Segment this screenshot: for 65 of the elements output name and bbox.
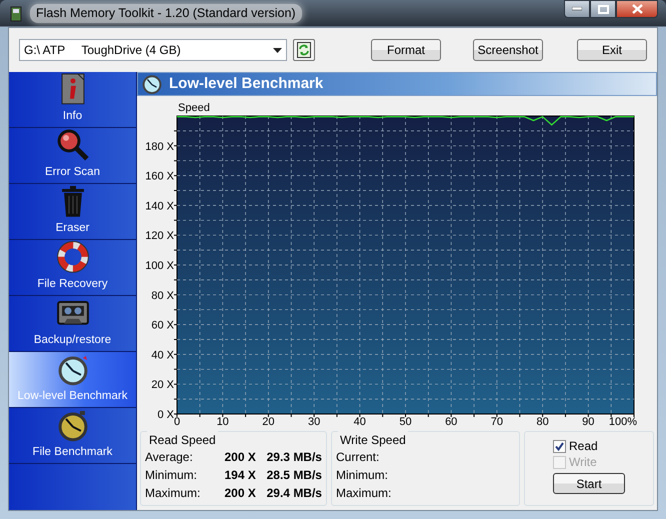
- stat-label: Maximum:: [336, 485, 392, 502]
- exit-button[interactable]: Exit: [577, 39, 647, 61]
- close-button[interactable]: [616, 0, 658, 18]
- checkbox-label: Write: [569, 454, 597, 471]
- stat-value: 28.5 MB/s: [266, 467, 322, 484]
- stat-value: 200 X: [224, 485, 256, 502]
- tick-label: 50: [399, 416, 412, 428]
- tick-label: 0 X: [157, 409, 174, 421]
- tick-label: 30: [308, 416, 320, 428]
- tick-label: 80: [536, 416, 549, 428]
- checkbox-label: Read: [569, 438, 598, 455]
- stat-label: Current:: [336, 449, 380, 466]
- tick-label: 20 X: [151, 379, 174, 392]
- tick-label: 140 X: [145, 200, 174, 212]
- sidebar-item[interactable]: Error Scan: [9, 128, 136, 184]
- stat-label: Average:: [145, 449, 194, 466]
- refresh-button[interactable]: [293, 39, 315, 61]
- axis-title: Speed: [178, 102, 210, 114]
- stat-value: 200 X: [224, 449, 256, 466]
- lifebuoy-icon: [56, 240, 90, 274]
- maximize-icon: [598, 4, 608, 14]
- stopwatch-icon: [141, 73, 163, 95]
- tick-label: 60 X: [151, 320, 174, 332]
- stat-label: Maximum:: [145, 485, 202, 502]
- tick-label: 20: [262, 416, 275, 428]
- tick-label: 100 X: [145, 260, 174, 272]
- magnifier-icon: [56, 128, 90, 162]
- panel-title: Low-level Benchmark: [169, 74, 324, 94]
- stopwatch-icon: [56, 408, 90, 442]
- app-icon: [8, 6, 24, 22]
- tick-label: 40: [354, 416, 366, 428]
- tick-label: 40 X: [151, 349, 174, 362]
- checkbox[interactable]: [553, 440, 566, 452]
- stat-value: 29.4 MB/s: [266, 485, 322, 502]
- maximize-button[interactable]: [590, 0, 616, 18]
- tick-label: 80 X: [151, 290, 174, 302]
- minimize-icon: [572, 7, 582, 11]
- sidebar-item[interactable]: File Recovery: [9, 240, 136, 296]
- format-button[interactable]: Format: [371, 39, 441, 61]
- screenshot-button[interactable]: Screenshot: [473, 39, 543, 61]
- caret-icon: [273, 48, 282, 52]
- stat-value: 194 X: [224, 467, 256, 484]
- tick-label: 70: [490, 416, 504, 428]
- tick-label: 100%: [608, 416, 637, 428]
- sidebar-item[interactable]: Eraser: [9, 184, 136, 240]
- group-title: Write Speed: [338, 431, 408, 449]
- window-title: Flash Memory Toolkit - 1.20 (Standard version): [30, 4, 302, 23]
- minimize-button[interactable]: [564, 0, 590, 18]
- tick-label: 0: [174, 416, 180, 428]
- start-button[interactable]: Start: [553, 473, 625, 494]
- sidebar-item[interactable]: Low-level Benchmark: [9, 352, 136, 408]
- tick-label: 160 X: [145, 170, 174, 183]
- sidebar-item[interactable]: File Benchmark: [9, 408, 136, 464]
- tick-label: 180 X: [145, 140, 174, 153]
- sidebar-item[interactable]: Info: [9, 72, 136, 128]
- group-title: Read Speed: [147, 431, 218, 449]
- tick-label: 60: [445, 416, 458, 428]
- stat-label: Minimum:: [145, 467, 198, 484]
- drive-select[interactable]: G:\ ATP ToughDrive (4 GB): [19, 39, 287, 61]
- tick-label: 10: [216, 416, 229, 428]
- close-icon: [632, 4, 642, 14]
- tick-label: 90: [582, 416, 594, 428]
- stat-label: Minimum:: [336, 467, 390, 484]
- stat-value: 29.3 MB/s: [266, 449, 322, 466]
- tick-label: 120 X: [145, 230, 174, 242]
